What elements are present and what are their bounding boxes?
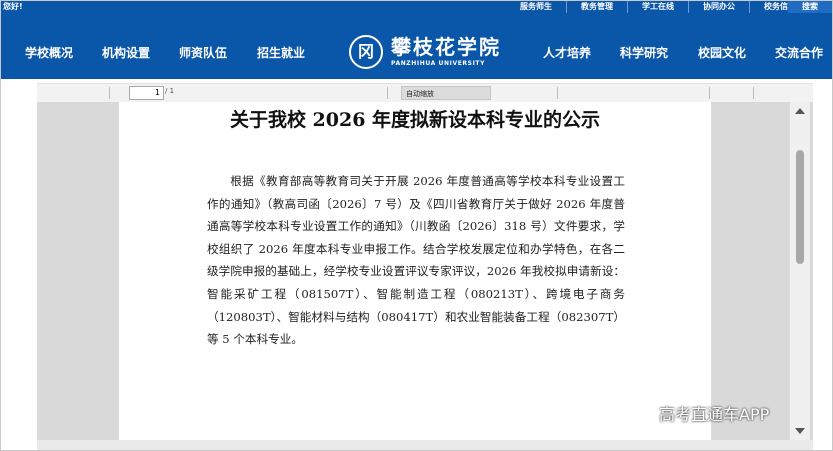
toolbar-divider: [557, 87, 558, 99]
pdf-toolbar: 1 / 1 自动缩放: [37, 83, 813, 103]
link-service[interactable]: 服务师生: [506, 1, 566, 13]
utility-bar: 您好! 服务师生 教务管理 学工在线 协同办公 校务信箱 搜索: [1, 1, 832, 13]
vertical-scrollbar[interactable]: [789, 102, 810, 440]
link-student-online[interactable]: 学工在线: [627, 1, 688, 13]
browser-frame: 您好! 服务师生 教务管理 学工在线 协同办公 校务信箱 搜索 学校概况 机构设…: [0, 0, 833, 451]
nav-item-culture[interactable]: 校园文化: [698, 13, 746, 79]
greeting-text: 您好!: [3, 2, 23, 11]
pdf-page: 关于我校 2026 年度拟新设本科专业的公示 根据《教育部高等教育司关于开展 2…: [119, 102, 711, 440]
seal-icon: 冈: [349, 35, 383, 69]
zoom-select[interactable]: 自动缩放: [401, 86, 491, 100]
scrollbar-thumb[interactable]: [796, 150, 804, 264]
logo-name-en: PANZHIHUA UNIVERSITY: [391, 60, 486, 67]
search-button[interactable]: 搜索: [788, 1, 832, 13]
university-logo[interactable]: 冈 攀枝花学院 PANZHIHUA UNIVERSITY: [349, 35, 549, 73]
nav-item-admissions[interactable]: 招生就业: [257, 13, 305, 79]
logo-name-cn: 攀枝花学院: [391, 35, 501, 59]
main-nav: 学校概况 机构设置 师资队伍 招生就业 冈 攀枝花学院 PANZHIHUA UN…: [1, 13, 832, 79]
document-title: 关于我校 2026 年度拟新设本科专业的公示: [229, 109, 601, 131]
toolbar-divider: [753, 87, 754, 99]
toolbar-divider: [387, 87, 388, 99]
viewer-bottom-edge: [37, 440, 813, 450]
nav-item-exchange[interactable]: 交流合作: [775, 13, 823, 79]
watermark-text: 高考直通车APP: [659, 405, 770, 424]
nav-item-overview[interactable]: 学校概况: [25, 13, 73, 79]
toolbar-divider: [109, 87, 110, 99]
nav-item-organization[interactable]: 机构设置: [102, 13, 150, 79]
utility-links: 服务师生 教务管理 学工在线 协同办公 校务信箱: [506, 1, 810, 13]
nav-item-faculty[interactable]: 师资队伍: [179, 13, 227, 79]
page-number-input[interactable]: 1: [129, 86, 164, 100]
toolbar-divider: [709, 87, 710, 99]
link-office[interactable]: 协同办公: [688, 1, 749, 13]
page-total: / 1: [165, 87, 175, 95]
document-paragraph: 根据《教育部高等教育司关于开展 2026 年度普通高等学校本科专业设置工作的通知…: [207, 174, 625, 347]
nav-item-talent[interactable]: 人才培养: [543, 13, 591, 79]
link-academic-affairs[interactable]: 教务管理: [566, 1, 627, 13]
scroll-down-icon[interactable]: [795, 428, 805, 434]
scroll-up-icon[interactable]: [795, 108, 805, 114]
nav-item-research[interactable]: 科学研究: [620, 13, 668, 79]
pdf-viewer[interactable]: 关于我校 2026 年度拟新设本科专业的公示 根据《教育部高等教育司关于开展 2…: [37, 102, 813, 440]
